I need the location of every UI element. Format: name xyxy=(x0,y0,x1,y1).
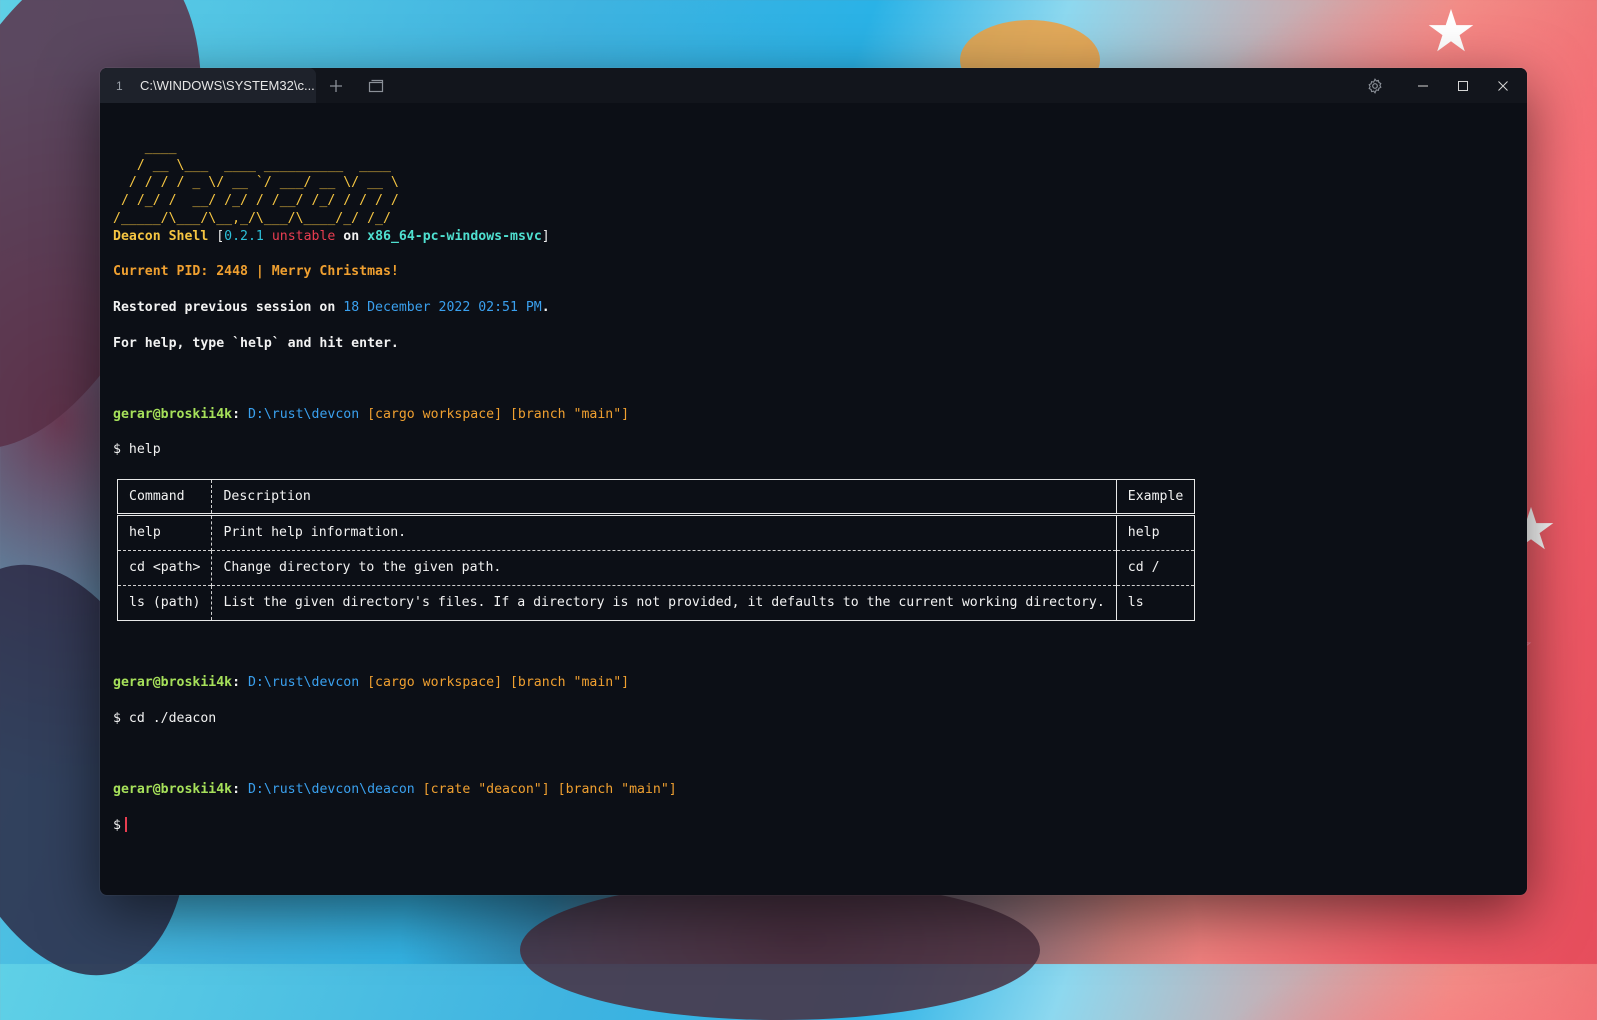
table-row: ls (path) List the given directory's fil… xyxy=(117,584,1195,621)
title-bar: 1 C:\WINDOWS\SYSTEM32\c... xyxy=(100,68,1527,103)
restored-line: Restored previous session on 18 December… xyxy=(113,299,1527,317)
new-tab-button[interactable] xyxy=(316,68,356,103)
table-cell: List the given directory's files. If a d… xyxy=(211,584,1117,621)
prompt-line: gerar@broskii4k: D:\rust\devcon [cargo w… xyxy=(113,406,1527,424)
bracket-open: [ xyxy=(208,228,225,244)
prompt-line: gerar@broskii4k: D:\rust\devcon [cargo w… xyxy=(113,674,1527,692)
prompt-user: gerar@broskii4k xyxy=(113,782,233,798)
tab-dropdown-button[interactable] xyxy=(356,68,396,103)
window-duplicate-icon xyxy=(368,79,384,92)
maximize-icon xyxy=(1458,80,1468,91)
close-icon xyxy=(1498,80,1508,91)
table-header-row: Command Description Example xyxy=(117,479,1195,516)
table-cell: Print help information. xyxy=(211,513,1117,551)
table-row: cd <path> Change directory to the given … xyxy=(117,549,1195,586)
command-line: $ help xyxy=(113,442,161,458)
table-cell: Change directory to the given path. xyxy=(211,549,1117,586)
close-button[interactable] xyxy=(1483,68,1523,103)
version-line: Deacon Shell [0.2.1 unstable on x86_64-p… xyxy=(113,228,1527,246)
prompt-line: gerar@broskii4k: D:\rust\devcon\deacon [… xyxy=(113,781,1527,799)
tab-active[interactable]: 1 C:\WINDOWS\SYSTEM32\c... xyxy=(100,68,316,103)
table-cell: ls (path) xyxy=(117,584,213,621)
maximize-button[interactable] xyxy=(1443,68,1483,103)
prompt-user: gerar@broskii4k xyxy=(113,675,233,691)
terminal-window: 1 C:\WINDOWS\SYSTEM32\c... ____ / __ \__… xyxy=(100,68,1527,895)
prompt-colon: : xyxy=(232,406,248,422)
minimize-button[interactable] xyxy=(1403,68,1443,103)
version-number: 0.2.1 xyxy=(224,228,264,244)
table-header: Command xyxy=(117,479,213,516)
release-channel: unstable xyxy=(271,228,336,244)
prompt-path: D:\rust\devcon xyxy=(247,406,360,422)
tab-number: 1 xyxy=(116,78,123,93)
command-line: $ xyxy=(113,817,121,833)
prompt-user: gerar@broskii4k xyxy=(113,406,233,422)
prompt-colon: : xyxy=(232,782,248,798)
bracket-close: ] xyxy=(541,228,550,244)
input-line[interactable]: $ xyxy=(113,816,1527,835)
table-cell: help xyxy=(117,513,213,551)
table-row: help Print help information. help xyxy=(117,513,1195,551)
wallpaper-shape xyxy=(520,880,1040,1020)
table-cell: help xyxy=(1116,513,1195,551)
restored-date: 18 December 2022 02:51 PM xyxy=(343,299,542,315)
on-word: on xyxy=(335,228,368,244)
prompt-path: D:\rust\devcon\deacon xyxy=(247,782,415,798)
restored-suffix: . xyxy=(541,299,550,315)
prompt-tags: [cargo workspace] [branch "main"] xyxy=(359,675,630,691)
shell-name: Deacon Shell xyxy=(113,228,209,244)
table-cell: cd / xyxy=(1116,549,1195,586)
deacon-ascii-logo: ____ / __ \___ ____ __________ ____ / / … xyxy=(113,139,399,226)
target-triple: x86_64-pc-windows-msvc xyxy=(367,228,542,244)
prompt-tags: [crate "deacon"] [branch "main"] xyxy=(414,782,677,798)
text-cursor xyxy=(124,816,127,832)
command-line: $ cd ./deacon xyxy=(113,710,217,726)
gear-icon xyxy=(1368,77,1382,94)
plus-icon xyxy=(330,79,342,92)
table-cell: ls xyxy=(1116,584,1195,621)
table-header: Description xyxy=(211,479,1117,516)
star-icon: ★ xyxy=(1425,0,1477,65)
prompt-tags: [cargo workspace] [branch "main"] xyxy=(359,406,630,422)
tab-title: C:\WINDOWS\SYSTEM32\c... xyxy=(140,78,315,93)
table-header: Example xyxy=(1116,479,1195,516)
help-hint: For help, type `help` and hit enter. xyxy=(113,335,399,351)
prompt-colon: : xyxy=(232,675,248,691)
minimize-icon xyxy=(1418,85,1428,86)
pid-line: Current PID: 2448 | Merry Christmas! xyxy=(113,264,399,280)
restored-prefix: Restored previous session on xyxy=(113,299,344,315)
settings-button[interactable] xyxy=(1355,68,1395,103)
table-cell: cd <path> xyxy=(117,549,213,586)
terminal-output[interactable]: ____ / __ \___ ____ __________ ____ / / … xyxy=(100,103,1527,870)
help-table: Command Description Example help Print h… xyxy=(117,478,1196,621)
prompt-path: D:\rust\devcon xyxy=(247,675,360,691)
